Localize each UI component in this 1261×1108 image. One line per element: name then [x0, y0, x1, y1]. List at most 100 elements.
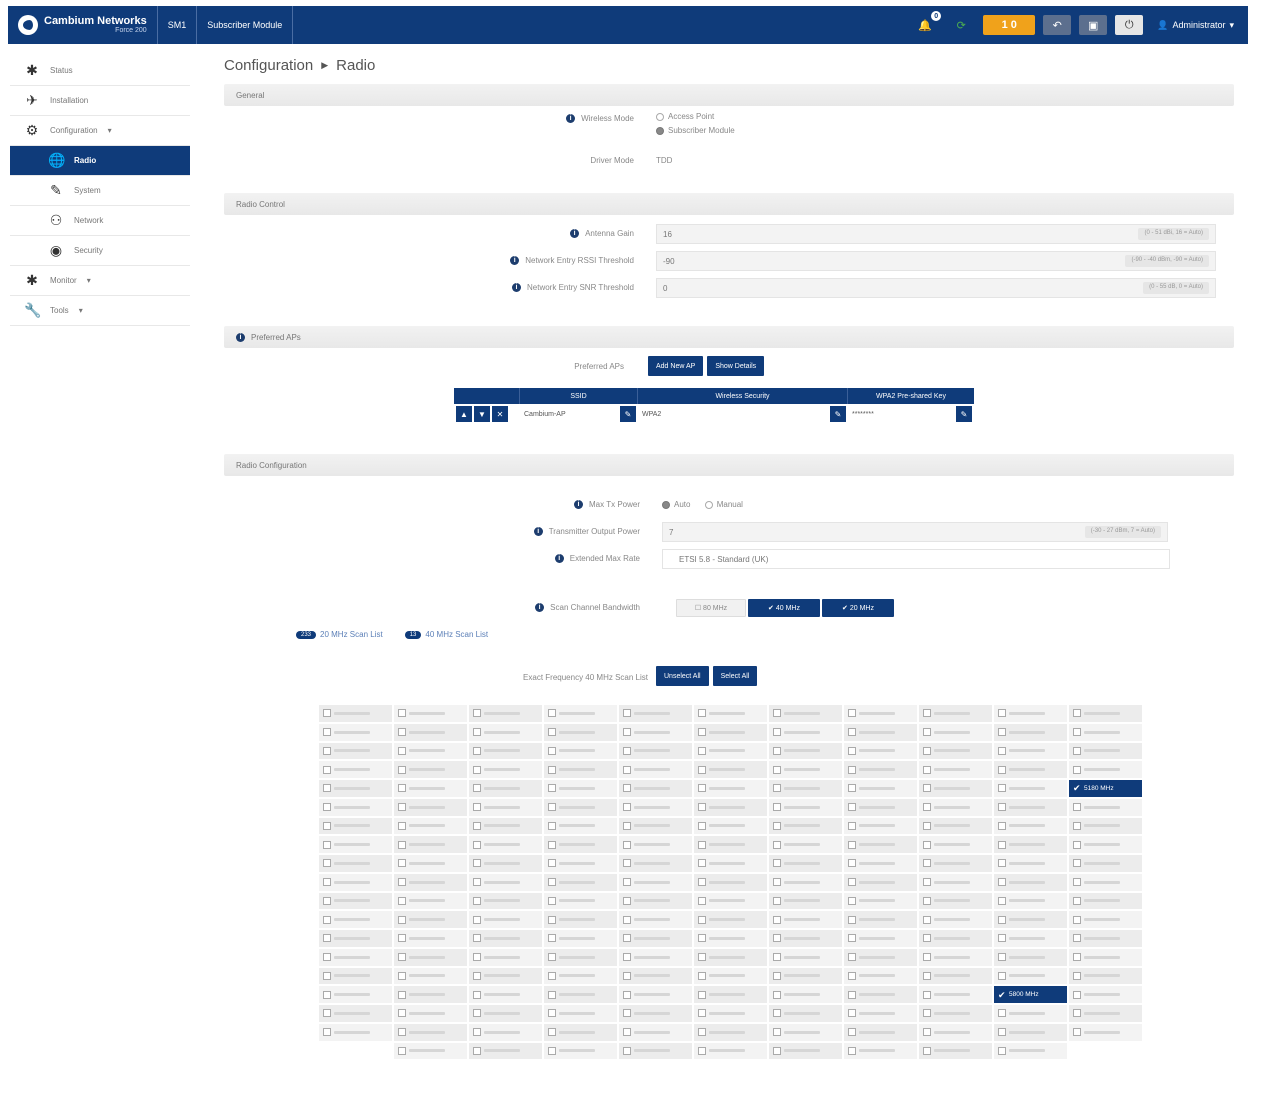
frequency-checkbox[interactable]	[918, 816, 993, 836]
frequency-checkbox[interactable]	[918, 835, 993, 854]
frequency-checkbox[interactable]	[918, 779, 993, 798]
frequency-checkbox[interactable]	[843, 910, 918, 929]
scan-bw-40-toggle[interactable]: ✔ 40 MHz	[748, 599, 820, 617]
move-down-button[interactable]: ▼	[474, 406, 490, 422]
frequency-checkbox[interactable]	[468, 1004, 543, 1023]
frequency-checkbox[interactable]	[468, 966, 543, 986]
frequency-checkbox[interactable]	[468, 929, 543, 948]
frequency-checkbox[interactable]	[618, 816, 693, 836]
frequency-checkbox[interactable]	[693, 704, 768, 723]
frequency-checkbox[interactable]	[993, 910, 1068, 929]
frequency-checkbox[interactable]	[993, 722, 1068, 742]
frequency-checkbox[interactable]	[1068, 929, 1143, 948]
frequency-checkbox[interactable]	[843, 760, 918, 779]
frequency-checkbox[interactable]	[543, 854, 618, 873]
frequency-checkbox[interactable]	[468, 910, 543, 929]
frequency-checkbox[interactable]	[918, 854, 993, 873]
frequency-checkbox[interactable]	[543, 797, 618, 817]
frequency-checkbox[interactable]	[693, 1004, 768, 1023]
frequency-checkbox[interactable]	[318, 779, 393, 798]
frequency-checkbox[interactable]	[693, 722, 768, 742]
frequency-checkbox[interactable]	[768, 891, 843, 911]
frequency-checkbox[interactable]	[768, 985, 843, 1004]
frequency-checkbox[interactable]	[768, 779, 843, 798]
frequency-checkbox[interactable]	[768, 741, 843, 761]
frequency-checkbox[interactable]	[1068, 760, 1143, 779]
frequency-checkbox[interactable]	[543, 704, 618, 723]
frequency-checkbox[interactable]	[693, 779, 768, 798]
select-all-button[interactable]: Select All	[712, 666, 758, 686]
frequency-checkbox[interactable]	[768, 704, 843, 723]
admin-menu[interactable]: 👤 Administrator ▾	[1151, 20, 1240, 31]
frequency-checkbox[interactable]	[618, 1041, 693, 1061]
frequency-checkbox[interactable]	[318, 854, 393, 873]
edit-key-button[interactable]: ✎	[956, 406, 972, 422]
frequency-checkbox[interactable]	[693, 797, 768, 817]
frequency-checkbox[interactable]	[393, 872, 468, 892]
frequency-checkbox[interactable]	[1068, 1022, 1143, 1042]
frequency-checkbox[interactable]	[318, 797, 393, 817]
frequency-checkbox[interactable]	[318, 741, 393, 761]
mode-subscriber-module-radio[interactable]: Subscriber Module	[656, 126, 735, 135]
frequency-checkbox[interactable]	[468, 704, 543, 723]
frequency-checkbox[interactable]	[918, 1004, 993, 1023]
frequency-checkbox[interactable]	[843, 816, 918, 836]
frequency-checkbox[interactable]	[1068, 797, 1143, 817]
frequency-checkbox[interactable]	[693, 929, 768, 948]
frequency-checkbox[interactable]	[993, 966, 1068, 986]
frequency-checkbox[interactable]	[693, 816, 768, 836]
frequency-checkbox[interactable]	[918, 947, 993, 967]
frequency-checkbox[interactable]	[993, 779, 1068, 798]
frequency-checkbox[interactable]	[543, 929, 618, 948]
sidebar-item-status[interactable]: ✱ Status	[10, 56, 190, 86]
frequency-checkbox[interactable]	[993, 760, 1068, 779]
frequency-checkbox[interactable]	[993, 947, 1068, 967]
frequency-checkbox[interactable]	[468, 891, 543, 911]
frequency-checkbox[interactable]	[693, 760, 768, 779]
frequency-checkbox[interactable]	[843, 891, 918, 911]
frequency-checkbox[interactable]	[318, 947, 393, 967]
frequency-checkbox[interactable]	[393, 985, 468, 1004]
frequency-checkbox[interactable]	[693, 910, 768, 929]
frequency-checkbox[interactable]	[468, 985, 543, 1004]
frequency-checkbox[interactable]	[993, 854, 1068, 873]
frequency-checkbox[interactable]	[618, 910, 693, 929]
frequency-checkbox[interactable]	[543, 891, 618, 911]
frequency-checkbox[interactable]	[1068, 966, 1143, 986]
frequency-checkbox[interactable]	[1068, 854, 1143, 873]
frequency-checkbox[interactable]	[918, 797, 993, 817]
frequency-checkbox[interactable]	[993, 1004, 1068, 1023]
frequency-checkbox[interactable]	[618, 891, 693, 911]
frequency-checkbox[interactable]	[318, 872, 393, 892]
reboot-button[interactable]: ⏻	[1115, 15, 1144, 35]
frequency-checkbox[interactable]	[393, 779, 468, 798]
frequency-checkbox[interactable]	[468, 854, 543, 873]
sidebar-item-security[interactable]: ◉ Security	[10, 236, 190, 266]
frequency-checkbox[interactable]	[543, 985, 618, 1004]
frequency-checkbox[interactable]	[918, 1041, 993, 1061]
frequency-checkbox[interactable]	[393, 835, 468, 854]
rssi-threshold-input[interactable]: -90 (-90 - -40 dBm, -90 = Auto)	[656, 251, 1216, 271]
frequency-checkbox[interactable]	[393, 929, 468, 948]
add-new-ap-button[interactable]: Add New AP	[648, 356, 704, 376]
edit-ssid-button[interactable]: ✎	[620, 406, 636, 422]
undo-button[interactable]: ↶	[1043, 15, 1072, 35]
tab-20mhz-scan-list[interactable]: 233 20 MHz Scan List	[296, 630, 383, 639]
mode-access-point-radio[interactable]: Access Point	[656, 112, 735, 121]
edit-security-button[interactable]: ✎	[830, 406, 846, 422]
frequency-checkbox[interactable]	[918, 704, 993, 723]
frequency-checkbox[interactable]	[693, 854, 768, 873]
frequency-checkbox[interactable]	[843, 704, 918, 723]
frequency-checkbox[interactable]	[1068, 872, 1143, 892]
frequency-checkbox[interactable]	[393, 891, 468, 911]
frequency-checkbox[interactable]	[468, 741, 543, 761]
frequency-checkbox[interactable]	[843, 1041, 918, 1061]
unselect-all-button[interactable]: Unselect All	[656, 666, 709, 686]
frequency-checkbox[interactable]	[1068, 1004, 1143, 1023]
frequency-checkbox[interactable]	[618, 854, 693, 873]
frequency-checkbox[interactable]	[318, 1022, 393, 1042]
frequency-checkbox[interactable]	[318, 985, 393, 1004]
frequency-checkbox[interactable]: ✔ 5800 MHz	[993, 985, 1068, 1004]
frequency-checkbox[interactable]	[768, 910, 843, 929]
frequency-checkbox[interactable]	[843, 779, 918, 798]
